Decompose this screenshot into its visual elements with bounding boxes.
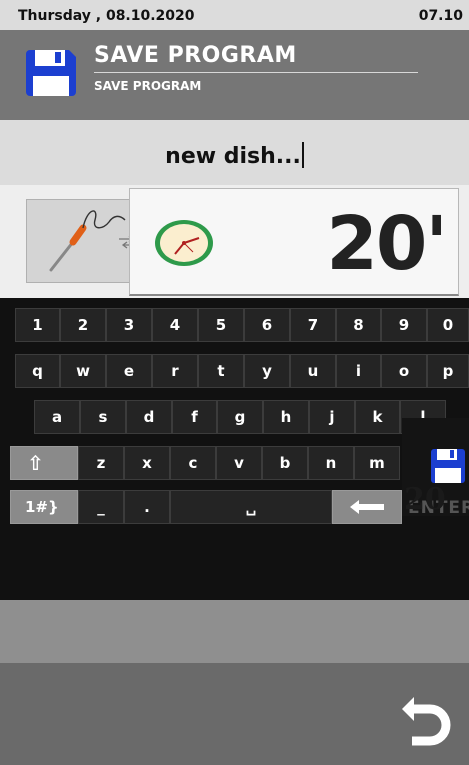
key-c[interactable]: c <box>170 446 216 480</box>
key-v[interactable]: v <box>216 446 262 480</box>
enter-save-key[interactable]: ENTER 20 <box>402 418 469 518</box>
key-r[interactable]: r <box>152 354 198 388</box>
floppy-disk-icon <box>431 449 465 483</box>
key-3[interactable]: 3 <box>106 308 152 342</box>
key-m[interactable]: m <box>354 446 400 480</box>
floppy-disk-icon <box>26 50 76 96</box>
back-arrow-icon[interactable] <box>398 689 456 747</box>
key-p[interactable]: p <box>427 354 469 388</box>
key-g[interactable]: g <box>217 400 263 434</box>
page-subtitle: SAVE PROGRAM <box>94 79 202 93</box>
clock-icon <box>155 220 213 266</box>
key-h[interactable]: h <box>263 400 309 434</box>
status-bar: Thursday , 08.10.2020 07.10 <box>0 0 469 30</box>
key-8[interactable]: 8 <box>336 308 381 342</box>
key-2[interactable]: 2 <box>60 308 106 342</box>
key-underscore[interactable]: _ <box>78 490 124 524</box>
header-divider <box>94 72 418 73</box>
key-dot[interactable]: . <box>124 490 170 524</box>
text-cursor <box>301 142 304 168</box>
key-5[interactable]: 5 <box>198 308 244 342</box>
shift-key[interactable]: ⇧ <box>10 446 78 480</box>
on-screen-keyboard: 1 2 3 4 5 6 7 8 9 0 q w e r t y u i o p … <box>0 298 469 600</box>
backspace-arrow-icon <box>350 500 384 514</box>
key-s[interactable]: s <box>80 400 126 434</box>
key-o[interactable]: o <box>381 354 427 388</box>
cooking-time-value: 20' <box>326 201 448 287</box>
key-t[interactable]: t <box>198 354 244 388</box>
key-e[interactable]: e <box>106 354 152 388</box>
key-a[interactable]: a <box>34 400 80 434</box>
key-n[interactable]: n <box>308 446 354 480</box>
symbols-key[interactable]: 1#} <box>10 490 78 524</box>
program-name-display[interactable]: new dish... <box>0 120 469 185</box>
key-w[interactable]: w <box>60 354 106 388</box>
cooking-time-card[interactable]: 20' <box>129 188 459 296</box>
key-9[interactable]: 9 <box>381 308 427 342</box>
backspace-key[interactable] <box>332 490 402 524</box>
page-header: SAVE PROGRAM SAVE PROGRAM <box>0 30 469 120</box>
key-x[interactable]: x <box>124 446 170 480</box>
key-b[interactable]: b <box>262 446 308 480</box>
space-key[interactable]: ␣ <box>170 490 332 524</box>
key-k[interactable]: k <box>355 400 400 434</box>
date-text: Thursday , 08.10.2020 <box>18 8 195 24</box>
key-z[interactable]: z <box>78 446 124 480</box>
key-j[interactable]: j <box>309 400 355 434</box>
program-name-value: new dish... <box>165 144 301 169</box>
key-1[interactable]: 1 <box>15 308 60 342</box>
key-d[interactable]: d <box>126 400 172 434</box>
key-4[interactable]: 4 <box>152 308 198 342</box>
page-title: SAVE PROGRAM <box>94 43 297 68</box>
time-text: 07.10 <box>418 8 463 24</box>
key-q[interactable]: q <box>15 354 60 388</box>
program-preview: 20' <box>0 185 469 298</box>
key-7[interactable]: 7 <box>290 308 336 342</box>
key-y[interactable]: y <box>244 354 290 388</box>
key-0[interactable]: 0 <box>427 308 469 342</box>
info-bar <box>0 600 469 663</box>
key-i[interactable]: i <box>336 354 381 388</box>
key-f[interactable]: f <box>172 400 217 434</box>
footer-bar <box>0 663 469 765</box>
key-6[interactable]: 6 <box>244 308 290 342</box>
enter-overlay-value: 20 <box>404 482 446 517</box>
key-u[interactable]: u <box>290 354 336 388</box>
